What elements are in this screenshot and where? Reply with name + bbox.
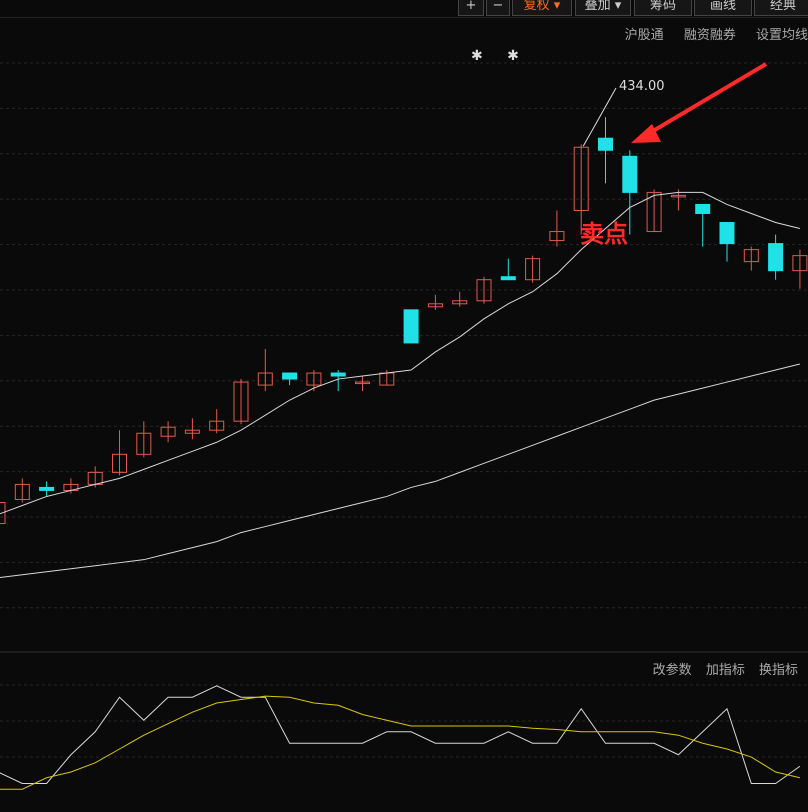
candle-body [500,276,516,281]
candle-body [695,203,711,214]
candle-body [719,222,735,245]
kline-chart[interactable] [0,0,808,812]
main-chart-links: 沪股通 融资融券 设置均线 [609,24,808,43]
toolbar-button-1[interactable]: − [486,0,510,16]
toolbar-button-5[interactable]: 画线 [694,0,752,16]
high-price-label: 434.00 [619,79,665,94]
chart-toolbar: + − 复权 ▾ 叠加 ▾ 筹码 画线 经典 [0,0,808,17]
candle-body [39,486,55,491]
indicator-links: 改参数 加指标 换指标 [643,659,798,678]
candle-body [403,309,419,344]
sell-point-annotation: 卖点 [580,220,628,248]
link-add-indicator[interactable]: 加指标 [706,663,745,678]
link-edit-params[interactable]: 改参数 [653,663,692,678]
candle-body [768,243,784,272]
event-markers[interactable]: ✱ ✱ [471,48,529,64]
toolbar-button-6[interactable]: 经典 [754,0,808,16]
candle-body [330,372,346,377]
indicator-white-line [0,685,801,784]
toolbar-divider [0,17,808,18]
candle-body [282,372,298,380]
link-hgt[interactable]: 沪股通 [625,28,664,43]
sell-arrow-shaft [646,62,768,136]
indicator-yellow-line [0,695,801,790]
toolbar-button-3[interactable]: 叠加 ▾ [575,0,631,16]
high-price-pointer [582,87,617,147]
toolbar-button-2[interactable]: 复权 ▾ [512,0,572,16]
link-set-ma[interactable]: 设置均线 [756,28,808,43]
link-change-indicator[interactable]: 换指标 [759,663,798,678]
toolbar-button-0[interactable]: + [458,0,484,16]
candle-body [598,137,613,151]
link-margin[interactable]: 融资融券 [684,28,736,43]
toolbar-button-4[interactable]: 筹码 [634,0,692,16]
candle-body [622,155,638,193]
